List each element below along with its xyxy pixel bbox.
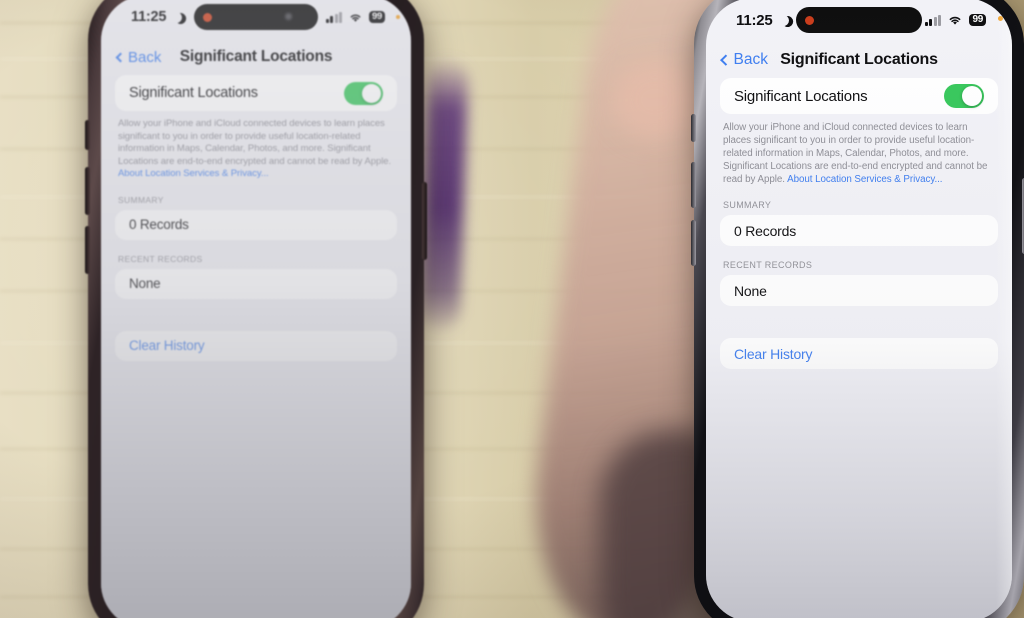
summary-value: 0 Records	[129, 217, 189, 233]
summary-card: 0 Records	[720, 215, 998, 246]
chevron-left-icon	[720, 54, 732, 66]
crescent-moon-icon	[776, 13, 790, 27]
privacy-indicator-icon	[998, 16, 1003, 21]
scene-root: 11:25 99 Back Significant Locations Sign…	[0, 0, 1024, 618]
status-time-left: 11:25	[131, 9, 182, 25]
status-icons-right: 99	[924, 13, 986, 27]
status-bar-right: 11:25 99	[706, 0, 1012, 42]
ios-ui-right: 11:25 99 Back Significant Locations Sign…	[706, 0, 1012, 618]
wifi-icon	[350, 14, 361, 22]
privacy-link[interactable]: About Location Services & Privacy...	[787, 174, 942, 185]
summary-value: 0 Records	[734, 222, 797, 239]
action-button-right-phone[interactable]	[691, 114, 696, 142]
clear-history-label[interactable]: Clear History	[129, 338, 205, 353]
recent-records-card: None	[115, 268, 397, 299]
nav-bar-left: Back Significant Locations	[101, 39, 411, 75]
phone-right: 11:25 99 Back Significant Locations Sign…	[691, 0, 1024, 618]
recent-records-value: None	[129, 276, 161, 292]
significant-locations-row[interactable]: Significant Locations	[129, 75, 383, 111]
footnote-text-block: Allow your iPhone and iCloud connected d…	[720, 114, 998, 186]
clear-history-row[interactable]: Clear History	[129, 331, 383, 361]
nav-bar-right: Back Significant Locations	[706, 42, 1012, 78]
toggle-knob	[362, 83, 381, 103]
significant-locations-card: Significant Locations	[720, 78, 998, 114]
battery-percentage: 99	[369, 11, 385, 23]
summary-section-header: SUMMARY	[118, 194, 164, 205]
summary-row[interactable]: 0 Records	[129, 210, 383, 240]
phone-left-screen: 11:25 99 Back Significant Locations Sign…	[101, 0, 411, 618]
recent-records-section-header: RECENT RECORDS	[118, 253, 203, 264]
clear-history-card: Clear History	[115, 330, 397, 361]
back-button[interactable]: Back	[115, 48, 162, 66]
action-button-left-phone[interactable]	[85, 120, 90, 150]
recording-indicator-dot	[203, 12, 212, 22]
status-time-text: 11:25	[131, 9, 167, 25]
dynamic-island-right[interactable]	[796, 7, 922, 33]
footnote-description: Allow your iPhone and iCloud connected d…	[118, 118, 392, 167]
privacy-link[interactable]: About Location Services & Privacy...	[118, 168, 269, 179]
privacy-indicator-icon	[396, 15, 400, 19]
settings-body-right: Significant Locations Allow your iPhone …	[706, 78, 1012, 618]
blurred-hand-highlight	[612, 60, 698, 140]
status-time-right: 11:25	[736, 12, 789, 29]
island-glint	[285, 13, 292, 20]
summary-card: 0 Records	[115, 209, 397, 240]
recording-indicator-dot	[805, 15, 814, 25]
status-time-text: 11:25	[736, 11, 773, 29]
signal-bars-icon	[325, 11, 343, 23]
battery-percentage: 99	[969, 13, 986, 27]
settings-body-left: Significant Locations Allow your iPhone …	[101, 75, 411, 618]
phone-right-screen: 11:25 99 Back Significant Locations Sign…	[706, 0, 1012, 618]
summary-section-header: SUMMARY	[723, 200, 772, 210]
recent-records-section-header: RECENT RECORDS	[723, 260, 813, 270]
clear-history-card: Clear History	[720, 338, 998, 369]
summary-row[interactable]: 0 Records	[734, 215, 984, 246]
significant-locations-card: Significant Locations	[115, 75, 397, 111]
status-icons-left: 99	[325, 11, 385, 23]
significant-locations-label: Significant Locations	[734, 87, 868, 105]
footnote-text-block: Allow your iPhone and iCloud connected d…	[115, 111, 397, 181]
signal-bars-icon	[924, 14, 942, 26]
chevron-left-icon	[115, 52, 126, 62]
volume-up-button-left-phone[interactable]	[85, 167, 90, 215]
status-bar-left: 11:25 99	[101, 0, 411, 39]
power-button-left-phone[interactable]	[422, 182, 427, 260]
recent-records-card: None	[720, 275, 998, 306]
clear-history-row[interactable]: Clear History	[734, 338, 984, 369]
significant-locations-row[interactable]: Significant Locations	[734, 78, 984, 114]
volume-down-button-right-phone[interactable]	[691, 220, 696, 266]
significant-locations-toggle[interactable]	[944, 84, 984, 108]
back-button-label: Back	[128, 48, 162, 66]
wifi-icon	[950, 16, 961, 25]
significant-locations-toggle[interactable]	[344, 81, 383, 105]
volume-up-button-right-phone[interactable]	[691, 162, 696, 208]
volume-down-button-left-phone[interactable]	[85, 226, 90, 274]
recent-records-row[interactable]: None	[129, 269, 383, 299]
toggle-knob	[962, 86, 982, 106]
ios-ui-left: 11:25 99 Back Significant Locations Sign…	[101, 0, 411, 618]
clear-history-label[interactable]: Clear History	[734, 346, 813, 362]
dynamic-island-left[interactable]	[194, 4, 318, 30]
back-button-label: Back	[733, 51, 768, 68]
recent-records-value: None	[734, 282, 767, 299]
crescent-moon-icon	[170, 10, 184, 24]
significant-locations-label: Significant Locations	[129, 85, 258, 101]
back-button[interactable]: Back	[720, 51, 768, 69]
recent-records-row[interactable]: None	[734, 275, 984, 306]
phone-left: 11:25 99 Back Significant Locations Sign…	[85, 0, 427, 618]
